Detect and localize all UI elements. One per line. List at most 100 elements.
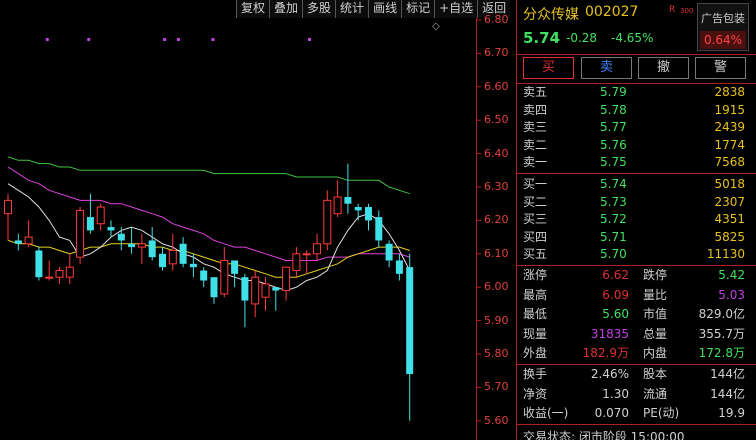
candle[interactable]: [282, 266, 291, 301]
candle[interactable]: [35, 247, 43, 281]
candle[interactable]: [261, 277, 270, 311]
candle[interactable]: [159, 247, 166, 271]
sell-button[interactable]: 卖: [581, 57, 632, 79]
add-watchlist-button[interactable]: +自选: [434, 0, 478, 18]
candle[interactable]: [231, 260, 239, 288]
candle-body: [24, 236, 33, 245]
buy-order-row[interactable]: 买二 5.73 2307: [523, 194, 745, 211]
candle[interactable]: [313, 233, 321, 261]
candle[interactable]: [200, 267, 208, 288]
sell-order-row[interactable]: 卖二 5.76 1774: [523, 137, 745, 154]
candle[interactable]: [385, 240, 393, 268]
candle[interactable]: [128, 227, 136, 254]
price-tick-label: 6.40: [484, 146, 509, 160]
diamond-icon[interactable]: ◇: [432, 21, 440, 32]
last-price: 5.74: [523, 29, 561, 47]
event-marker[interactable]: [211, 38, 215, 41]
r-badge: R: [669, 5, 676, 15]
alert-button[interactable]: 警: [695, 57, 746, 79]
buy-button[interactable]: 买: [523, 57, 574, 79]
price-change: -0.28: [566, 31, 598, 45]
buy-order-row[interactable]: 买四 5.71 5825: [523, 229, 745, 246]
kline-svg[interactable]: [0, 18, 516, 440]
candle[interactable]: [395, 253, 403, 281]
event-marker[interactable]: [45, 38, 49, 41]
candle[interactable]: [179, 237, 187, 268]
candle[interactable]: [189, 253, 197, 278]
order-volume: 4351: [714, 212, 745, 226]
candle[interactable]: [86, 193, 94, 234]
candle[interactable]: [375, 210, 383, 248]
candle[interactable]: [241, 273, 249, 328]
order-price: 5.73: [600, 194, 627, 209]
candle-body: [14, 240, 22, 244]
stat-row: 现量 31835 总量 355.7万: [523, 326, 745, 343]
order-volume: 5018: [714, 177, 745, 191]
candle[interactable]: [65, 253, 74, 284]
sell-order-row[interactable]: 卖四 5.78 1915: [523, 102, 745, 119]
candle-body: [365, 207, 372, 221]
candle-body: [251, 276, 260, 305]
divider: [517, 54, 756, 55]
candle[interactable]: [354, 203, 362, 221]
event-marker[interactable]: [176, 38, 180, 41]
cancel-order-button[interactable]: 撤: [638, 57, 689, 79]
candle[interactable]: [365, 203, 372, 231]
candle[interactable]: [406, 253, 414, 421]
order-volume: 1915: [714, 102, 745, 117]
fuquan-button[interactable]: 复权: [236, 0, 270, 18]
stat-row: 外盘 182.9万 内盘 172.8万: [523, 345, 745, 362]
sell-order-row[interactable]: 卖一 5.75 7568: [523, 154, 745, 171]
stat-label: 涨停: [523, 268, 548, 282]
event-marker[interactable]: [87, 38, 91, 41]
kline-chart[interactable]: ◇ 6.80 6.70 6.60 6.50 6.40 6.30 6.20 6.10 6.00 5.…: [0, 14, 516, 440]
sell-order-row[interactable]: 卖三 5.77 2439: [523, 119, 745, 136]
statistics-button[interactable]: 统计: [335, 0, 369, 18]
candle[interactable]: [14, 233, 22, 251]
candle-body: [137, 243, 146, 248]
candle[interactable]: [107, 220, 115, 238]
order-level-label: 卖二: [523, 137, 548, 152]
candle[interactable]: [210, 277, 218, 304]
candle[interactable]: [302, 250, 311, 274]
event-marker[interactable]: [308, 38, 311, 41]
price-tick-label: 6.30: [484, 180, 509, 193]
order-level-label: 买五: [523, 247, 548, 261]
candle[interactable]: [76, 207, 85, 264]
candle-body: [45, 276, 54, 279]
mark-button[interactable]: 标记: [401, 0, 435, 18]
candle-body: [241, 277, 249, 301]
order-volume: 2838: [714, 85, 745, 99]
candle[interactable]: [344, 163, 352, 214]
candle[interactable]: [96, 203, 105, 231]
draw-line-button[interactable]: 画线: [368, 0, 402, 18]
candle[interactable]: [220, 247, 229, 298]
candle-body: [406, 267, 414, 375]
ma20-line: [7, 166, 410, 261]
candle[interactable]: [251, 270, 260, 318]
buy-order-row[interactable]: 买一 5.74 5018: [523, 176, 745, 193]
candle[interactable]: [137, 233, 146, 264]
event-marker[interactable]: [163, 38, 167, 41]
overlay-button[interactable]: 叠加: [269, 0, 303, 18]
stat-label: 总量: [643, 326, 668, 341]
candle[interactable]: [333, 180, 342, 218]
candle[interactable]: [24, 220, 33, 248]
candle[interactable]: [55, 267, 64, 284]
stat-row: 收益(一) 0.070 PE(动) 19.9: [523, 405, 745, 422]
candle[interactable]: [292, 247, 301, 278]
candle[interactable]: [4, 193, 12, 241]
stat-value: 182.9万: [582, 346, 629, 360]
candle[interactable]: [272, 287, 280, 311]
candle[interactable]: [323, 190, 332, 251]
candle[interactable]: [168, 233, 177, 271]
candle[interactable]: [148, 227, 156, 261]
order-level-label: 卖三: [523, 120, 548, 134]
candle[interactable]: [45, 260, 54, 281]
multi-stock-button[interactable]: 多股: [302, 0, 336, 18]
sell-order-row[interactable]: 卖五 5.79 2838: [523, 84, 745, 101]
sector-box[interactable]: 广告包装 0.64%: [697, 3, 749, 51]
buy-order-row[interactable]: 买三 5.72 4351: [523, 211, 745, 228]
candle[interactable]: [117, 227, 125, 251]
buy-order-row[interactable]: 买五 5.70 11130: [523, 246, 745, 263]
